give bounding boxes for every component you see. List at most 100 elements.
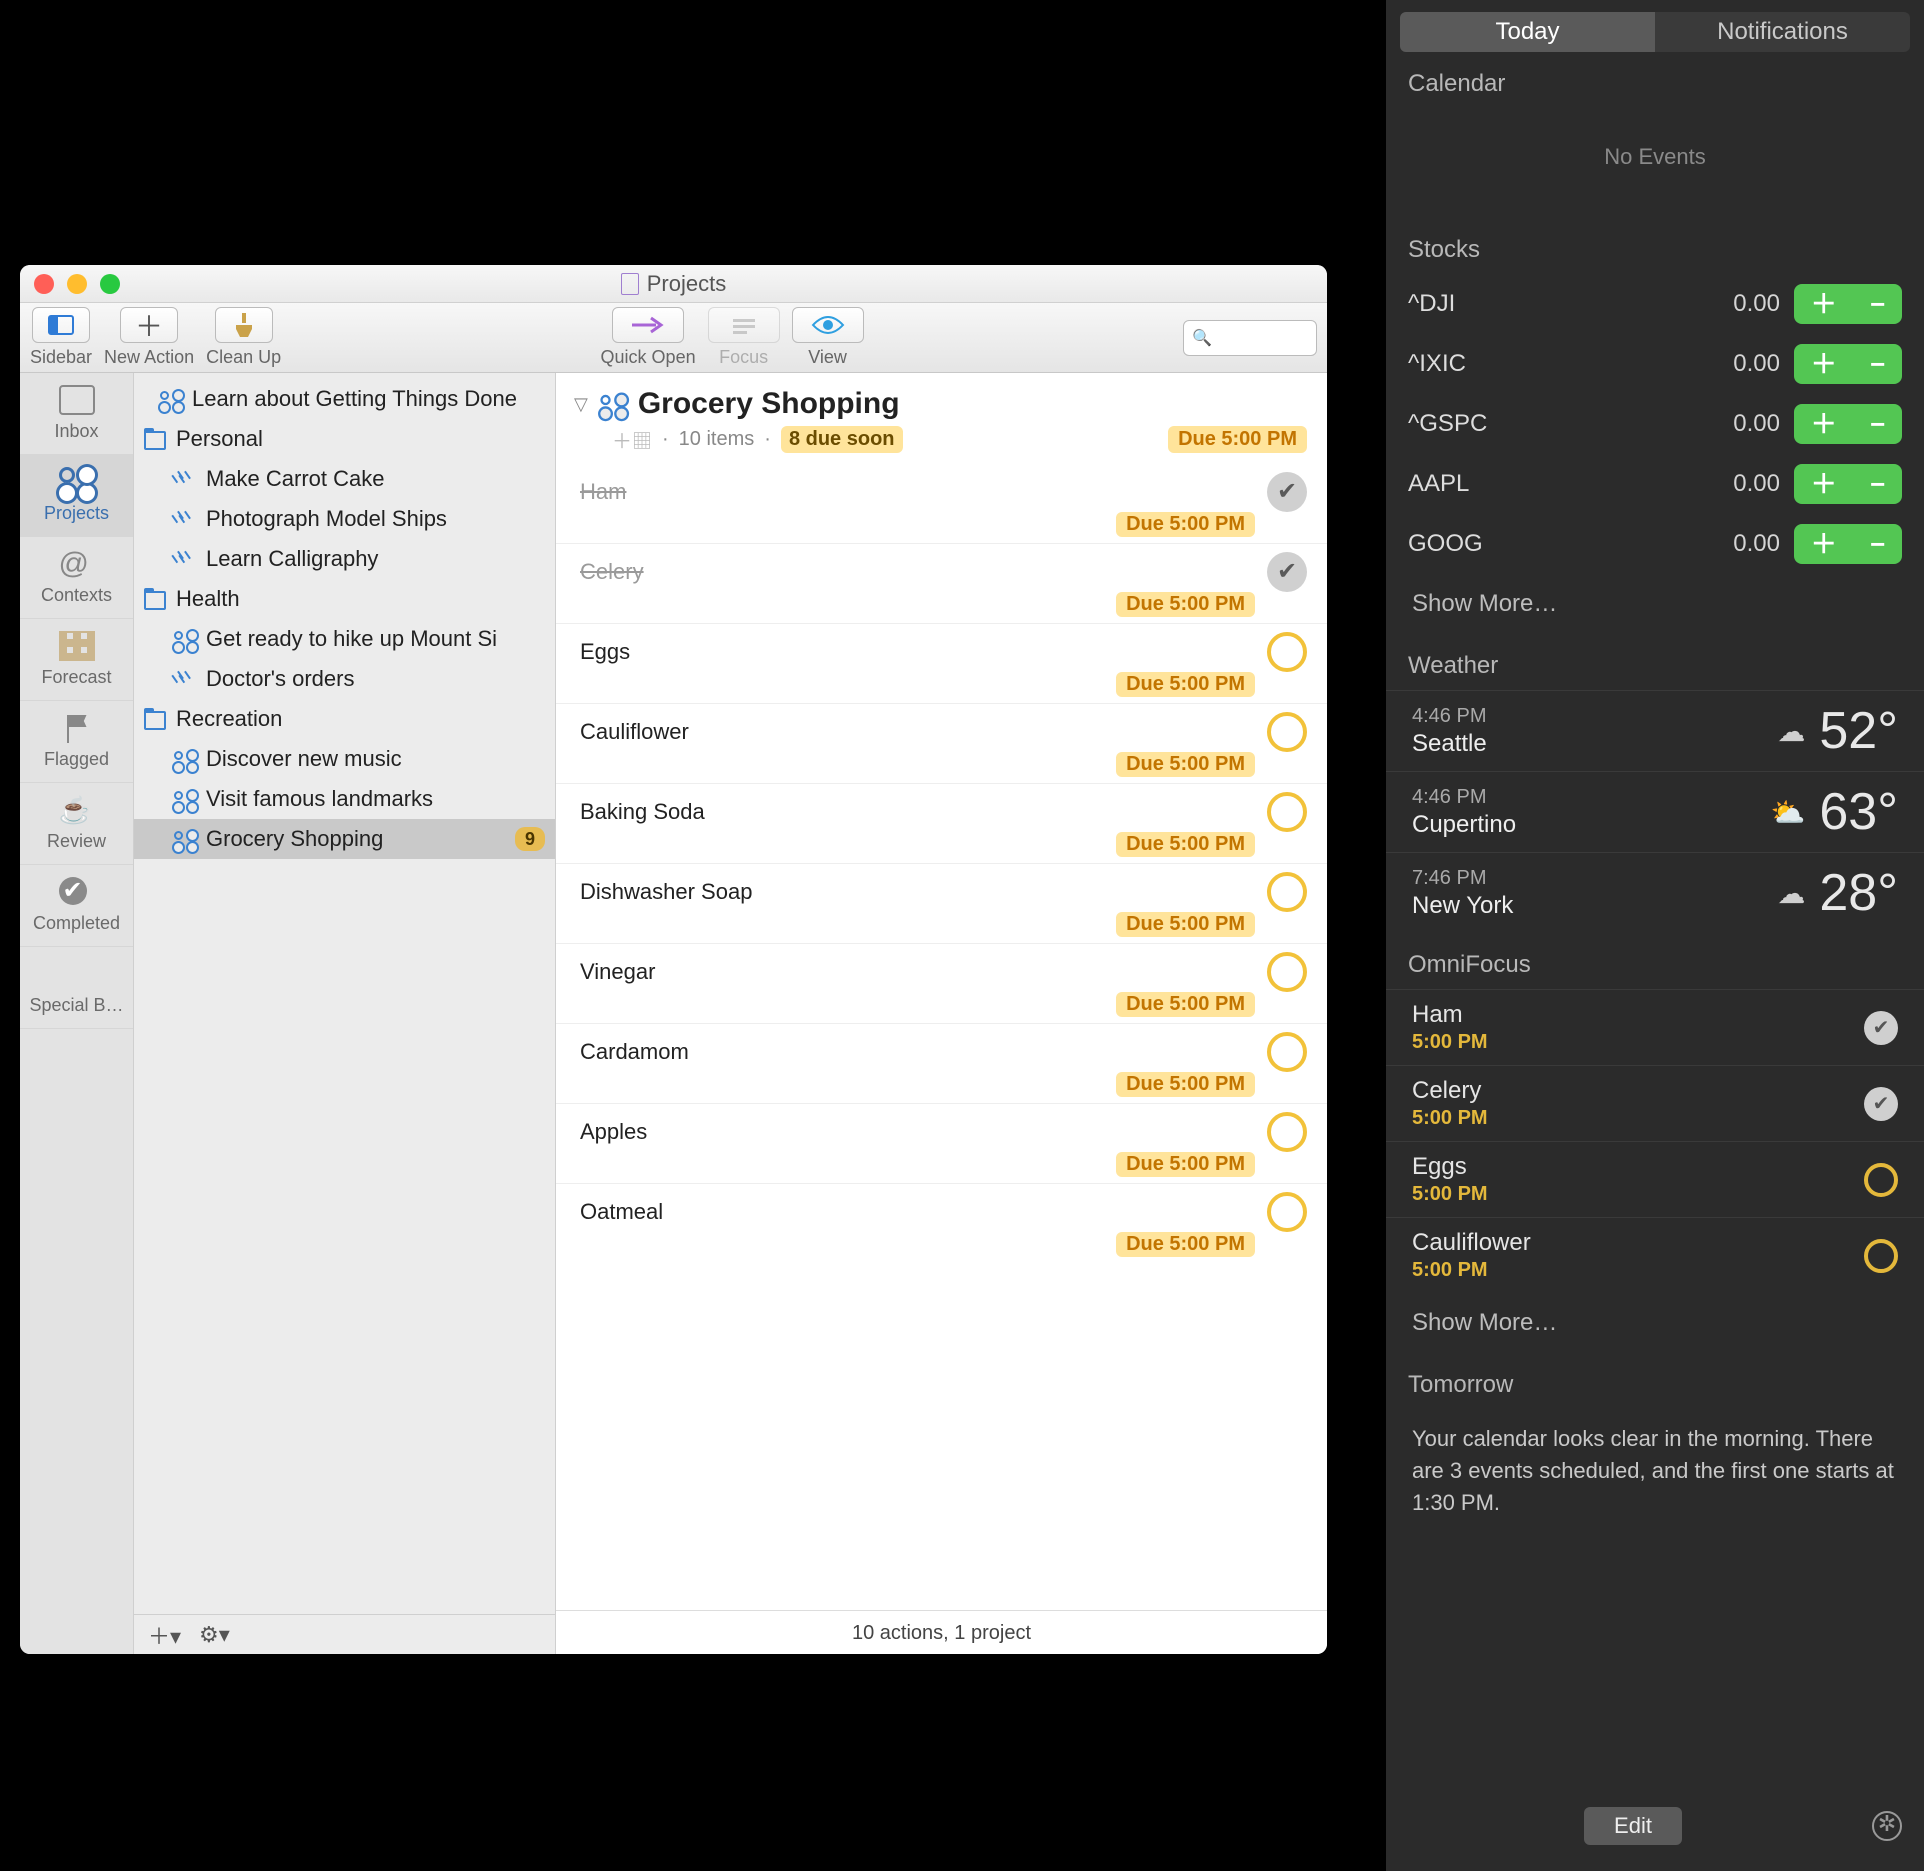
of-task-checkbox[interactable]: [1864, 1163, 1898, 1197]
focus-button[interactable]: [708, 307, 780, 343]
disclosure-icon[interactable]: ▽: [574, 394, 588, 415]
toolbar: Sidebar ＋ New Action Clean Up Quick Open…: [20, 303, 1327, 373]
rail-label: Flagged: [44, 749, 109, 770]
task-checkbox[interactable]: [1267, 1192, 1307, 1232]
project-row[interactable]: Photograph Model Ships: [134, 499, 555, 539]
rail-item-completed[interactable]: Completed: [20, 865, 133, 947]
task-checkbox[interactable]: [1267, 1032, 1307, 1072]
search-input[interactable]: 🔍: [1183, 320, 1317, 356]
rail-item-contexts[interactable]: Contexts: [20, 537, 133, 619]
task-row[interactable]: Dishwasher Soap Due 5:00 PM: [556, 863, 1327, 943]
rail-label: Review: [47, 831, 106, 852]
stock-row[interactable]: ^DJI 0.00 ＋−: [1386, 274, 1924, 334]
rail-item-specialb[interactable]: Special B…: [20, 947, 133, 1029]
stock-change-toggle[interactable]: ＋−: [1794, 284, 1902, 324]
quick-open-button[interactable]: [612, 307, 684, 343]
stock-change-toggle[interactable]: ＋−: [1794, 344, 1902, 384]
rail-item-forecast[interactable]: Forecast: [20, 619, 133, 701]
of-task-title: Ham: [1412, 1000, 1488, 1030]
task-checkbox[interactable]: [1267, 472, 1307, 512]
add-note-icon[interactable]: ＋▦: [612, 425, 652, 454]
task-checkbox[interactable]: [1267, 1112, 1307, 1152]
flagged-icon: [59, 713, 95, 743]
window-title-text: Projects: [647, 271, 726, 297]
of-task-time: 5:00 PM: [1412, 1106, 1488, 1131]
project-row[interactable]: Make Carrot Cake: [134, 459, 555, 499]
omnifocus-row[interactable]: Eggs5:00 PM: [1386, 1141, 1924, 1217]
view-button[interactable]: [792, 307, 864, 343]
close-button[interactable]: [34, 274, 54, 294]
task-row[interactable]: Apples Due 5:00 PM: [556, 1103, 1327, 1183]
weather-temp: 52°: [1819, 701, 1898, 761]
task-row[interactable]: Eggs Due 5:00 PM: [556, 623, 1327, 703]
task-row[interactable]: Cauliflower Due 5:00 PM: [556, 703, 1327, 783]
task-checkbox[interactable]: [1267, 872, 1307, 912]
task-title: Eggs: [580, 639, 630, 665]
of-task-checkbox[interactable]: [1864, 1239, 1898, 1273]
add-menu-button[interactable]: ＋▾: [148, 1619, 181, 1651]
search-icon: 🔍: [1192, 328, 1212, 348]
task-row[interactable]: Vinegar Due 5:00 PM: [556, 943, 1327, 1023]
sidebar-button[interactable]: [32, 307, 90, 343]
project-row[interactable]: Discover new music: [134, 739, 555, 779]
task-row[interactable]: Ham Due 5:00 PM: [556, 464, 1327, 543]
project-row[interactable]: Grocery Shopping9: [134, 819, 555, 859]
of-task-checkbox[interactable]: [1864, 1087, 1898, 1121]
weather-row[interactable]: 4:46 PMCupertino ⛅ 63°: [1386, 771, 1924, 852]
gear-menu-button[interactable]: ⚙▾: [199, 1622, 230, 1648]
task-row[interactable]: Oatmeal Due 5:00 PM: [556, 1183, 1327, 1263]
task-due: Due 5:00 PM: [1116, 592, 1255, 617]
tab-notifications[interactable]: Notifications: [1655, 12, 1910, 52]
stock-row[interactable]: ^IXIC 0.00 ＋−: [1386, 334, 1924, 394]
rail-item-flagged[interactable]: Flagged: [20, 701, 133, 783]
tree-label: Grocery Shopping: [206, 826, 383, 852]
edit-button[interactable]: Edit: [1584, 1807, 1682, 1845]
clean-up-button[interactable]: [215, 307, 273, 343]
task-row[interactable]: Celery Due 5:00 PM: [556, 543, 1327, 623]
omnifocus-row[interactable]: Celery5:00 PM: [1386, 1065, 1924, 1141]
perspective-rail: InboxProjectsContextsForecast Flagged Revi…: [20, 373, 134, 1654]
stock-change-toggle[interactable]: ＋−: [1794, 524, 1902, 564]
stock-symbol: ^DJI: [1408, 290, 1455, 318]
omnifocus-row[interactable]: Cauliflower5:00 PM: [1386, 1217, 1924, 1293]
project-row[interactable]: Learn about Getting Things Done: [134, 379, 555, 419]
rail-item-review[interactable]: Review: [20, 783, 133, 865]
project-row[interactable]: Get ready to hike up Mount Si: [134, 619, 555, 659]
task-row[interactable]: Cardamom Due 5:00 PM: [556, 1023, 1327, 1103]
weather-time: 4:46 PM: [1412, 704, 1487, 729]
stock-value: 0.00: [1733, 350, 1780, 378]
minimize-button[interactable]: [67, 274, 87, 294]
stock-row[interactable]: ^GSPC 0.00 ＋−: [1386, 394, 1924, 454]
project-row[interactable]: Learn Calligraphy: [134, 539, 555, 579]
stock-change-toggle[interactable]: ＋−: [1794, 464, 1902, 504]
omnifocus-row[interactable]: Ham5:00 PM: [1386, 989, 1924, 1065]
rail-item-inbox[interactable]: Inbox: [20, 373, 133, 455]
weather-row[interactable]: 7:46 PMNew York ☁ 28°: [1386, 852, 1924, 933]
project-row[interactable]: Doctor's orders: [134, 659, 555, 699]
task-checkbox[interactable]: [1267, 552, 1307, 592]
stock-change-toggle[interactable]: ＋−: [1794, 404, 1902, 444]
rail-item-projects[interactable]: Projects: [20, 455, 133, 537]
stock-row[interactable]: AAPL 0.00 ＋−: [1386, 454, 1924, 514]
task-checkbox[interactable]: [1267, 952, 1307, 992]
maximize-button[interactable]: [100, 274, 120, 294]
project-row[interactable]: Visit famous landmarks: [134, 779, 555, 819]
tree-label: Learn Calligraphy: [206, 546, 378, 572]
folder-row[interactable]: Recreation: [134, 699, 555, 739]
weather-temp: 28°: [1819, 863, 1898, 923]
task-checkbox[interactable]: [1267, 792, 1307, 832]
notification-center: Today Notifications Calendar No Events S…: [1386, 0, 1924, 1871]
of-task-checkbox[interactable]: [1864, 1011, 1898, 1045]
task-checkbox[interactable]: [1267, 712, 1307, 752]
folder-row[interactable]: Health: [134, 579, 555, 619]
stocks-show-more[interactable]: Show More…: [1386, 574, 1924, 634]
omnifocus-show-more[interactable]: Show More…: [1386, 1293, 1924, 1353]
gear-icon[interactable]: [1872, 1811, 1902, 1841]
task-row[interactable]: Baking Soda Due 5:00 PM: [556, 783, 1327, 863]
folder-row[interactable]: Personal: [134, 419, 555, 459]
task-checkbox[interactable]: [1267, 632, 1307, 672]
tab-today[interactable]: Today: [1400, 12, 1655, 52]
stock-row[interactable]: GOOG 0.00 ＋−: [1386, 514, 1924, 574]
weather-row[interactable]: 4:46 PMSeattle ☁ 52°: [1386, 690, 1924, 771]
new-action-button[interactable]: ＋: [120, 307, 178, 343]
